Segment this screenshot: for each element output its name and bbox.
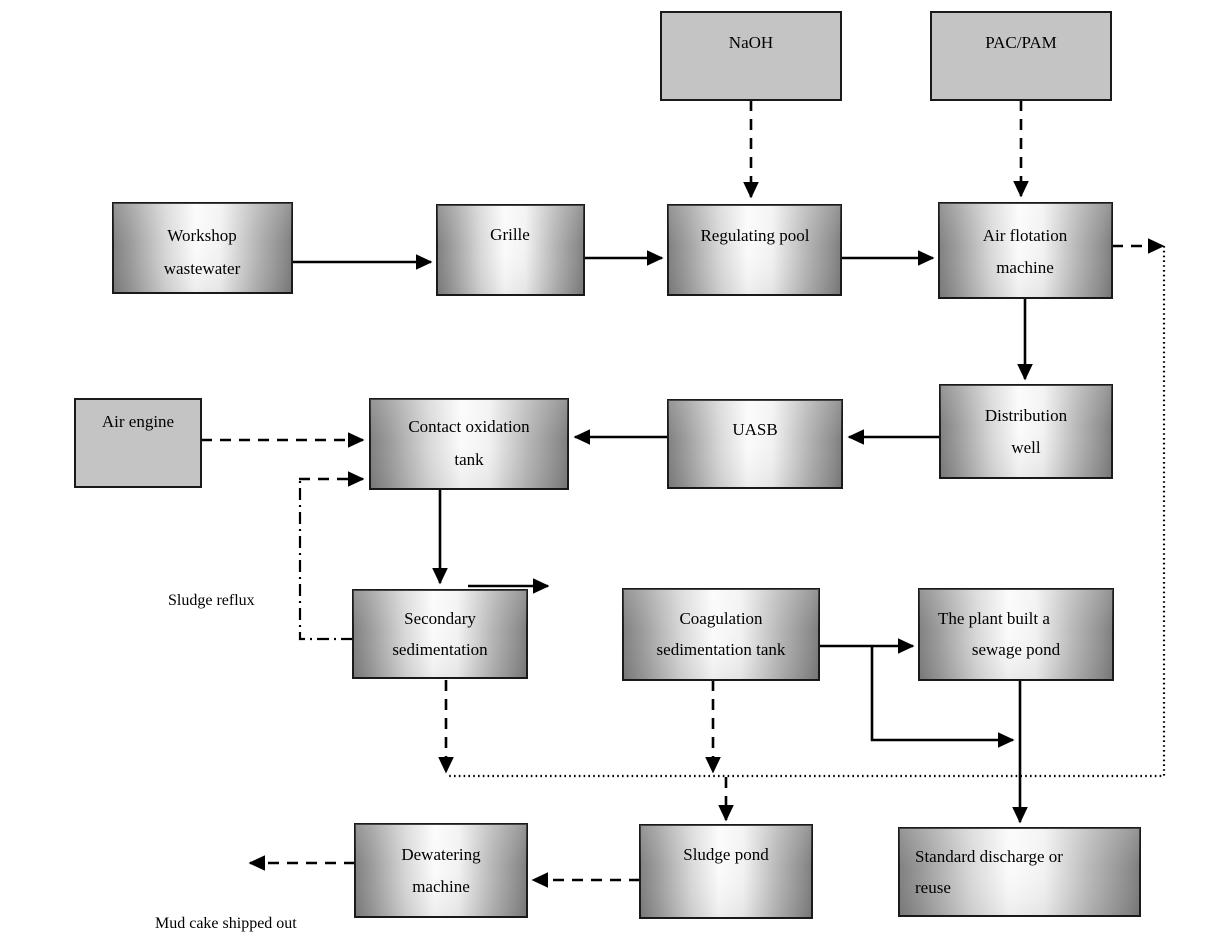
- node-coagulation-sedimentation-tank-label-line1: Coagulation: [679, 609, 763, 628]
- node-secondary-sedimentation-label-line2: sedimentation: [392, 640, 488, 659]
- node-contact-oxidation-tank-label-line1: Contact oxidation: [408, 417, 530, 436]
- node-secondary-sedimentation[interactable]: Secondary sedimentation: [352, 589, 528, 679]
- node-standard-discharge-label-line1: Standard discharge or: [915, 847, 1063, 866]
- node-coagulation-sedimentation-tank[interactable]: Coagulation sedimentation tank: [622, 588, 820, 681]
- node-sludge-pond[interactable]: Sludge pond: [639, 824, 813, 919]
- node-air-flotation-machine-label-line2: machine: [996, 258, 1054, 277]
- node-dewatering-machine-label-line1: Dewatering: [401, 845, 481, 864]
- node-workshop-wastewater-label-line2: wastewater: [164, 259, 241, 278]
- node-air-flotation-machine[interactable]: Air flotation machine: [938, 202, 1113, 299]
- node-air-engine-label: Air engine: [102, 412, 174, 431]
- node-sewage-pond[interactable]: The plant built a sewage pond: [918, 588, 1114, 681]
- node-distribution-well-label-line1: Distribution: [985, 406, 1068, 425]
- node-contact-oxidation-tank[interactable]: Contact oxidation tank: [369, 398, 569, 490]
- node-pac-pam[interactable]: PAC/PAM: [930, 11, 1112, 101]
- node-naoh-label: NaOH: [729, 33, 773, 52]
- node-distribution-well[interactable]: Distribution well: [939, 384, 1113, 479]
- connector-sludge-reflux-return: [298, 479, 353, 641]
- process-flow-diagram: NaOH PAC/PAM Workshop wastewater Grille …: [0, 0, 1220, 948]
- node-grille-label: Grille: [490, 225, 530, 244]
- node-workshop-wastewater[interactable]: Workshop wastewater: [112, 202, 293, 294]
- node-regulating-pool-label: Regulating pool: [700, 226, 809, 245]
- connector-dotted-return-path: [446, 246, 1166, 778]
- node-pac-pam-label: PAC/PAM: [985, 33, 1057, 52]
- node-uasb[interactable]: UASB: [667, 399, 843, 489]
- label-sludge-reflux: Sludge reflux: [168, 592, 255, 609]
- node-naoh[interactable]: NaOH: [660, 11, 842, 101]
- node-dewatering-machine[interactable]: Dewatering machine: [354, 823, 528, 918]
- node-workshop-wastewater-label-line1: Workshop: [167, 226, 236, 245]
- flow-diagram-canvas: NaOH PAC/PAM Workshop wastewater Grille …: [74, 11, 1166, 932]
- node-distribution-well-label-line2: well: [1011, 438, 1041, 457]
- node-dewatering-machine-label-line2: machine: [412, 877, 470, 896]
- node-regulating-pool[interactable]: Regulating pool: [667, 204, 842, 296]
- node-uasb-label: UASB: [732, 420, 777, 439]
- node-sewage-pond-label-line2: sewage pond: [972, 640, 1061, 659]
- node-sewage-pond-label-line1: The plant built a: [938, 609, 1050, 628]
- node-coagulation-sedimentation-tank-label-line2: sedimentation tank: [657, 640, 786, 659]
- node-standard-discharge-or-reuse[interactable]: Standard discharge or reuse: [898, 827, 1141, 917]
- node-grille[interactable]: Grille: [436, 204, 585, 296]
- label-mud-cake-shipped-out: Mud cake shipped out: [155, 915, 297, 932]
- node-air-engine[interactable]: Air engine: [74, 398, 202, 488]
- node-contact-oxidation-tank-label-line2: tank: [454, 450, 484, 469]
- node-air-flotation-machine-label-line1: Air flotation: [983, 226, 1068, 245]
- node-sludge-pond-label: Sludge pond: [683, 845, 769, 864]
- node-standard-discharge-label-line2: reuse: [915, 878, 951, 897]
- node-secondary-sedimentation-label-line1: Secondary: [404, 609, 476, 628]
